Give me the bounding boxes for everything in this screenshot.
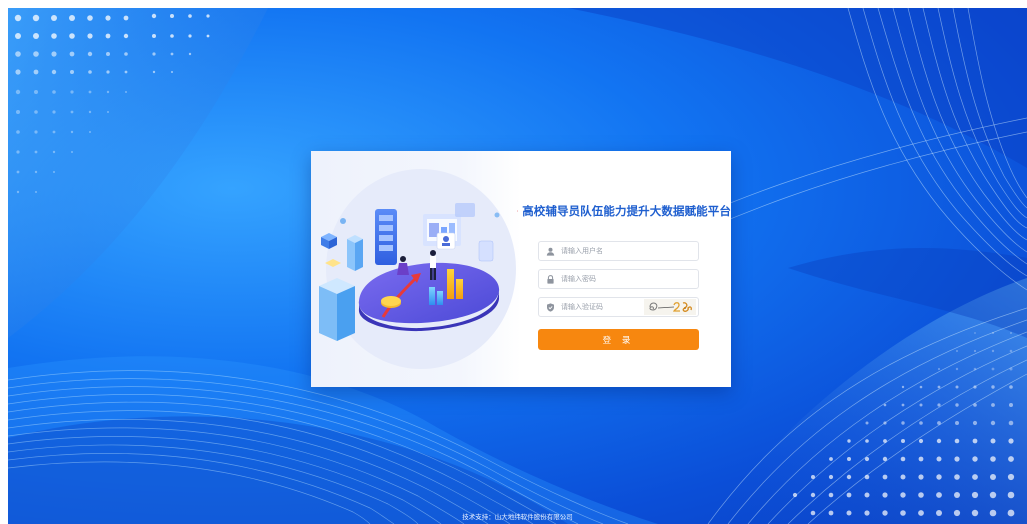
login-button[interactable]: 登 录 bbox=[538, 329, 699, 350]
shield-icon bbox=[546, 302, 555, 312]
illustration-panel bbox=[311, 151, 521, 387]
title-bar: 高校辅导员队伍能力提升大数据赋能平台 bbox=[517, 201, 731, 221]
username-input[interactable] bbox=[561, 243, 671, 259]
brand-logo-icon bbox=[517, 210, 519, 212]
login-page-background: 高校辅导员队伍能力提升大数据赋能平台 请输入用户名 请输入验证码 登 录 技术支… bbox=[8, 8, 1027, 524]
login-card: 高校辅导员队伍能力提升大数据赋能平台 请输入用户名 请输入验证码 登 录 bbox=[311, 151, 731, 387]
password-input[interactable] bbox=[561, 271, 671, 287]
footer-support-text: 技术支持：山大地纬软件股份有限公司 bbox=[462, 513, 573, 521]
captcha-input[interactable] bbox=[561, 299, 641, 315]
user-icon bbox=[546, 247, 555, 256]
data-analytics-illustration bbox=[319, 169, 516, 369]
password-field[interactable] bbox=[538, 269, 699, 289]
username-field[interactable] bbox=[538, 241, 699, 261]
captcha-image[interactable] bbox=[644, 299, 696, 315]
lock-icon bbox=[546, 274, 555, 284]
platform-title: 高校辅导员队伍能力提升大数据赋能平台 bbox=[522, 204, 731, 218]
captcha-field[interactable] bbox=[538, 297, 699, 317]
